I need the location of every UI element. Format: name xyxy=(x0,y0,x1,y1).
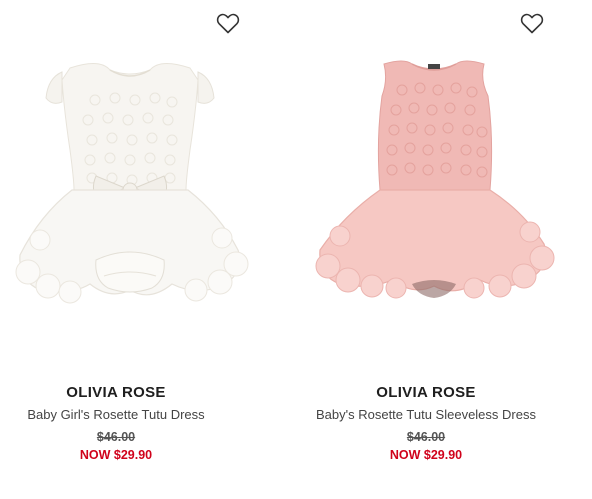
wishlist-button[interactable] xyxy=(517,9,547,37)
product-name[interactable]: Baby Girl's Rosette Tutu Dress xyxy=(0,405,264,425)
product-image[interactable] xyxy=(0,40,260,340)
original-price: $46.00 xyxy=(406,430,446,444)
product-brand[interactable]: OLIVIA ROSE xyxy=(0,383,264,403)
heart-outline-icon xyxy=(520,13,544,34)
white-tutu-dress-image xyxy=(15,63,249,304)
product-info: OLIVIA ROSE Baby Girl's Rosette Tutu Dre… xyxy=(0,383,296,464)
product-info: OLIVIA ROSE Baby's Rosette Tutu Sleevele… xyxy=(296,383,592,464)
product-card[interactable]: OLIVIA ROSE Baby's Rosette Tutu Sleevele… xyxy=(296,0,592,499)
sale-price: NOW $29.90 xyxy=(79,448,153,462)
original-price: $46.00 xyxy=(96,430,136,444)
product-card[interactable]: OLIVIA ROSE Baby Girl's Rosette Tutu Dre… xyxy=(0,0,296,499)
wishlist-button[interactable] xyxy=(213,9,243,37)
product-name[interactable]: Baby's Rosette Tutu Sleeveless Dress xyxy=(278,405,574,425)
product-image[interactable] xyxy=(304,40,564,340)
heart-outline-icon xyxy=(216,13,240,34)
product-grid: OLIVIA ROSE Baby Girl's Rosette Tutu Dre… xyxy=(0,0,592,499)
pink-tutu-dress-image xyxy=(315,60,555,299)
sale-price: NOW $29.90 xyxy=(389,448,463,462)
product-brand[interactable]: OLIVIA ROSE xyxy=(278,383,574,403)
